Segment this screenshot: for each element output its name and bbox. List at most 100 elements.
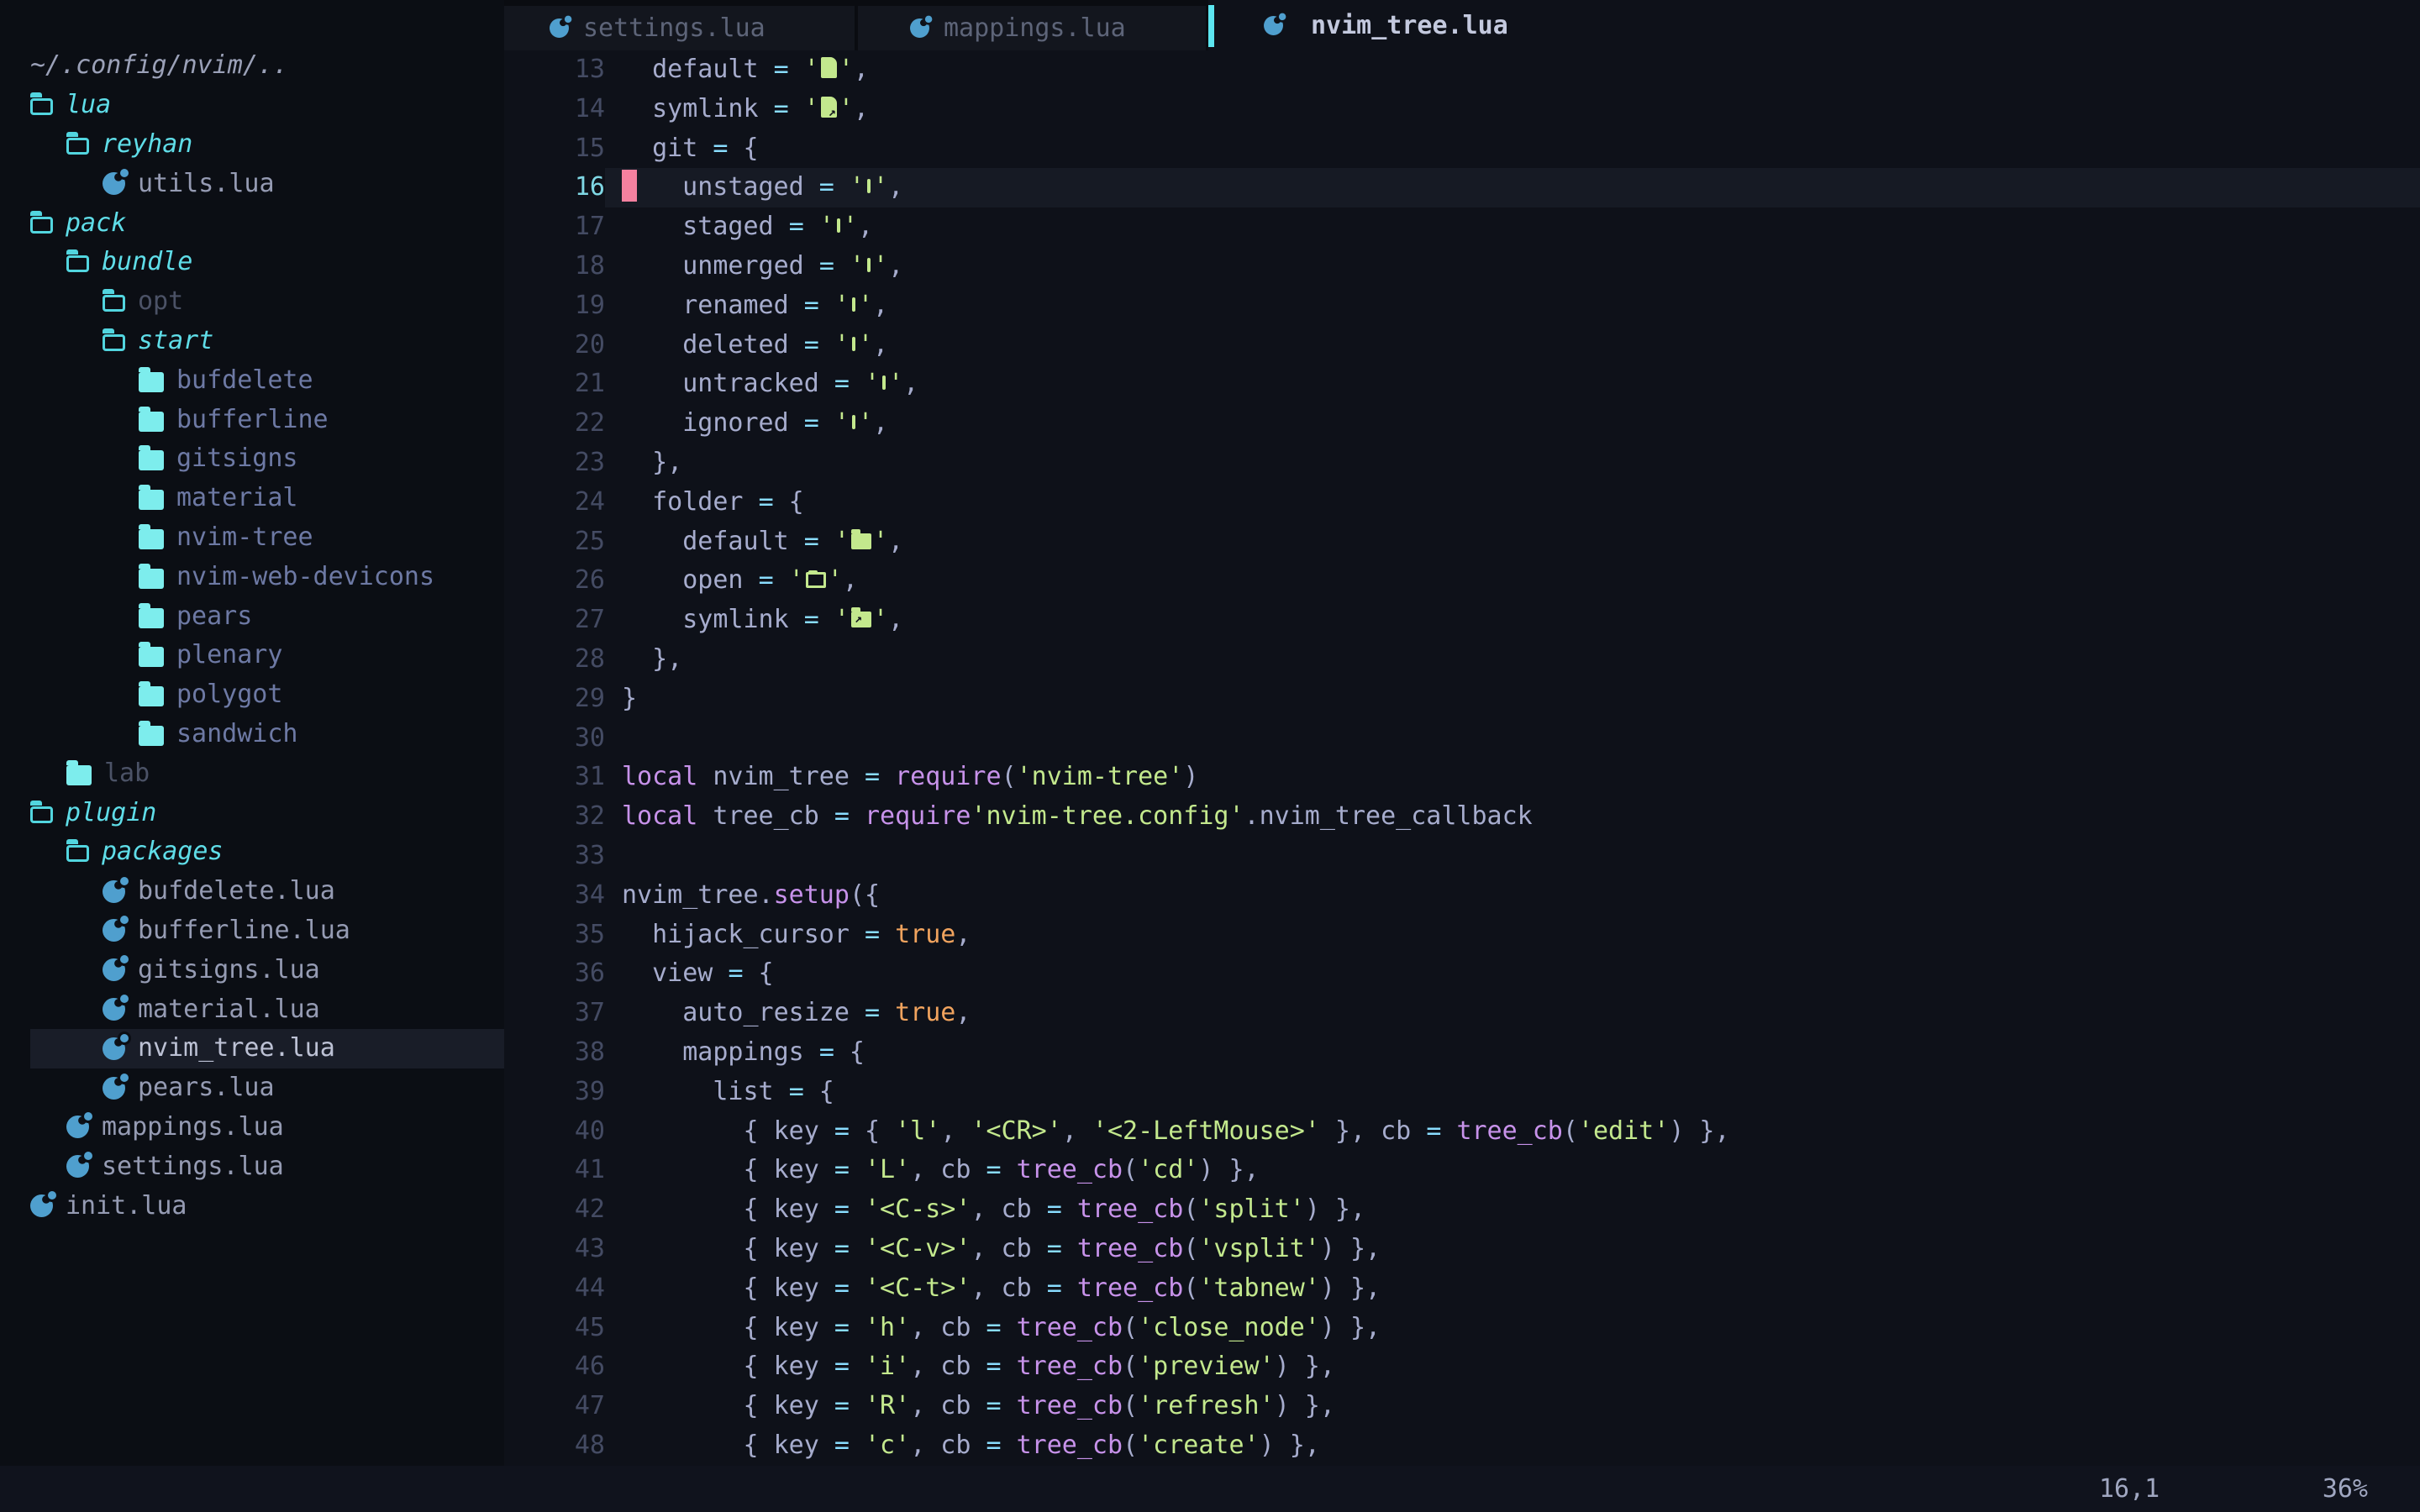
code-line[interactable]: 18 unmerged = '', — [504, 247, 2420, 286]
code-line[interactable]: 31local nvim_tree = require('nvim-tree') — [504, 758, 2420, 797]
tree-item[interactable]: lab — [0, 753, 504, 793]
code-line[interactable]: 48 { key = 'c', cb = tree_cb('create') }… — [504, 1426, 2420, 1466]
tree-item[interactable]: gitsigns.lua — [0, 950, 504, 990]
tree-item[interactable]: sandwich — [0, 715, 504, 754]
code-line[interactable]: 24 folder = { — [504, 483, 2420, 522]
code-line[interactable]: 40 { key = { 'l', '<CR>', '<2-LeftMouse>… — [504, 1112, 2420, 1152]
code-line[interactable]: 13 default = '', — [504, 50, 2420, 90]
code-line[interactable]: 37 auto_resize = true, — [504, 994, 2420, 1033]
code-line[interactable]: 14 symlink = '', — [504, 90, 2420, 129]
code-line[interactable]: 42 { key = '<C-s>', cb = tree_cb('split'… — [504, 1190, 2420, 1230]
tree-item[interactable]: settings.lua — [0, 1147, 504, 1186]
tree-item[interactable]: pears — [0, 596, 504, 636]
code-line[interactable]: 39 list = { — [504, 1073, 2420, 1112]
code-line[interactable]: 16 unstaged = '', — [504, 168, 2420, 207]
code-line[interactable]: 22 ignored = '', — [504, 404, 2420, 444]
code-line[interactable]: 19 renamed = '', — [504, 286, 2420, 326]
code-line[interactable]: 34nvim_tree.setup({ — [504, 876, 2420, 916]
code-token: ( — [1123, 1313, 1138, 1342]
line-number: 16 — [504, 168, 605, 207]
code-line[interactable]: 46 { key = 'i', cb = tree_cb('preview') … — [504, 1347, 2420, 1387]
tree-item[interactable]: bufferline — [0, 400, 504, 439]
tree-item[interactable]: pack — [0, 203, 504, 243]
code-token: 'nvim-tree.config' — [971, 801, 1244, 831]
active-tab-zone[interactable]: nvim_tree.lua — [1208, 0, 2420, 50]
code-line[interactable]: 41 { key = 'L', cb = tree_cb('cd') }, — [504, 1151, 2420, 1190]
code-token: 'i' — [865, 1352, 910, 1381]
tree-item-label: bufdelete.lua — [138, 879, 335, 904]
folder-solid-icon — [139, 372, 164, 392]
active-tab-accent-bar — [1208, 5, 1214, 47]
code-token: ' — [834, 330, 850, 360]
line-number: 35 — [504, 916, 605, 955]
line-number: 17 — [504, 207, 605, 247]
tree-item[interactable]: pears.lua — [0, 1068, 504, 1108]
code-token: folder — [622, 487, 759, 517]
code-line[interactable]: 43 { key = '<C-v>', cb = tree_cb('vsplit… — [504, 1230, 2420, 1269]
code-token: untracked — [622, 369, 834, 398]
code-line[interactable]: 29} — [504, 680, 2420, 719]
lua-file-icon — [103, 1037, 125, 1060]
folder-outline-icon — [103, 334, 125, 351]
tree-item[interactable]: utils.lua — [0, 164, 504, 203]
code-token: = — [804, 291, 819, 320]
tree-item[interactable]: gitsigns — [0, 439, 504, 479]
tree-item[interactable]: start — [0, 322, 504, 361]
code-line[interactable]: 17 staged = '', — [504, 207, 2420, 247]
tree-item[interactable]: nvim-tree — [0, 518, 504, 558]
code-token: = — [834, 1116, 850, 1146]
tree-item[interactable]: init.lua — [0, 1186, 504, 1226]
code-token: { — [804, 1077, 834, 1106]
code-editor[interactable]: 13 default = '',14 symlink = '',15 git =… — [504, 50, 2420, 1466]
code-token: , — [858, 212, 873, 241]
tree-item[interactable]: packages — [0, 832, 504, 872]
code-line[interactable]: 32local tree_cb = require'nvim-tree.conf… — [504, 797, 2420, 837]
code-line[interactable]: 44 { key = '<C-t>', cb = tree_cb('tabnew… — [504, 1269, 2420, 1309]
code-line-text: { key = '<C-s>', cb = tree_cb('split') }… — [605, 1190, 2420, 1230]
tree-item[interactable]: bundle — [0, 243, 504, 282]
code-line[interactable]: 38 mappings = { — [504, 1033, 2420, 1073]
line-number: 42 — [504, 1190, 605, 1230]
tree-item[interactable]: reyhan — [0, 125, 504, 165]
tree-item[interactable]: bufdelete.lua — [0, 872, 504, 911]
code-token: tree_cb — [1017, 1391, 1123, 1420]
code-token: ({ — [850, 880, 880, 910]
code-line[interactable]: 33 — [504, 837, 2420, 876]
code-line[interactable]: 28 }, — [504, 640, 2420, 680]
code-token: ( — [1183, 1194, 1198, 1224]
tree-item[interactable]: opt — [0, 282, 504, 322]
tab-settings-lua[interactable]: settings.lua — [504, 6, 855, 50]
code-line[interactable]: 35 hijack_cursor = true, — [504, 916, 2420, 955]
code-line[interactable]: 45 { key = 'h', cb = tree_cb('close_node… — [504, 1309, 2420, 1348]
code-line[interactable]: 25 default = '', — [504, 522, 2420, 562]
file-tree[interactable]: ~/.config/nvim/..luareyhanutils.luapackb… — [0, 46, 504, 1226]
code-line[interactable]: 47 { key = 'R', cb = tree_cb('refresh') … — [504, 1387, 2420, 1426]
code-token: 'close_node' — [1138, 1313, 1320, 1342]
tree-item-label: lab — [104, 761, 150, 786]
tab-mappings-lua[interactable]: mappings.lua — [858, 6, 1206, 50]
tree-item[interactable]: ~/.config/nvim/.. — [0, 46, 504, 86]
tree-item[interactable]: polygot — [0, 675, 504, 715]
code-token: { — [850, 1116, 895, 1146]
code-line[interactable]: 21 untracked = '', — [504, 365, 2420, 404]
git-glyph-icon — [852, 337, 855, 351]
code-line[interactable]: 30 — [504, 719, 2420, 759]
tree-item[interactable]: mappings.lua — [0, 1108, 504, 1147]
tree-item[interactable]: material — [0, 479, 504, 518]
code-line[interactable]: 27 symlink = '', — [504, 601, 2420, 640]
tree-item[interactable]: plenary — [0, 636, 504, 675]
code-line[interactable]: 36 view = { — [504, 954, 2420, 994]
code-line[interactable]: 20 deleted = '', — [504, 326, 2420, 365]
tree-item[interactable]: material.lua — [0, 990, 504, 1029]
code-line[interactable]: 23 }, — [504, 444, 2420, 483]
tree-item[interactable]: nvim-web-devicons — [0, 557, 504, 596]
code-line[interactable]: 15 git = { — [504, 129, 2420, 169]
code-line-text: hijack_cursor = true, — [605, 916, 2420, 955]
code-line[interactable]: 26 open = '', — [504, 561, 2420, 601]
tree-item[interactable]: nvim_tree.lua — [0, 1029, 504, 1068]
tree-item[interactable]: bufdelete — [0, 360, 504, 400]
tree-item[interactable]: lua — [0, 86, 504, 125]
tree-item[interactable]: bufferline.lua — [0, 911, 504, 951]
code-token: true — [895, 920, 955, 949]
tree-item[interactable]: plugin — [0, 793, 504, 832]
